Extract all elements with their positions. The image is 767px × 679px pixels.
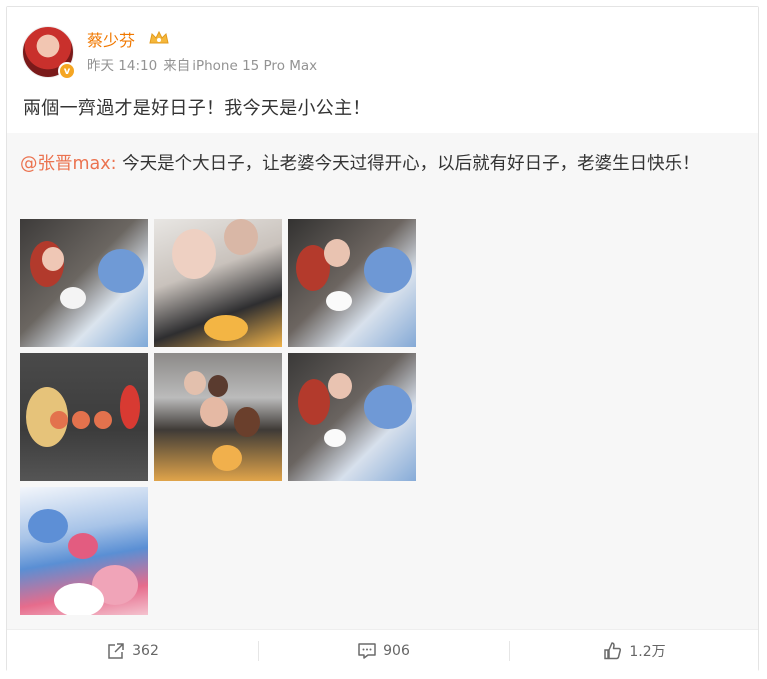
photo-couple-flowers[interactable] (20, 219, 148, 347)
forward-button[interactable]: 362 (7, 630, 258, 672)
crown-icon (149, 30, 169, 44)
like-count: 1.2万 (629, 644, 666, 660)
photo-selfie[interactable] (154, 219, 282, 347)
post-text: 兩個一齊過才是好日子！我今天是小公主！ (23, 98, 371, 119)
like-button[interactable]: 1.2万 (509, 630, 760, 672)
comment-icon (358, 643, 376, 659)
weibo-post-card: v 蔡少芬 昨天 14:10 来自 iPhone 15 Pro Max 兩個一齊過才… (6, 6, 759, 671)
source-prefix: 来自 (163, 58, 191, 74)
share-icon (108, 643, 124, 659)
comment-count: 906 (383, 643, 410, 659)
post-actions: 362 906 1.2万 (7, 629, 758, 671)
post-source: iPhone 15 Pro Max (192, 58, 318, 74)
mention-link[interactable]: @张晋max (20, 154, 111, 174)
author-name[interactable]: 蔡少芬 (87, 27, 135, 51)
forward-count: 362 (132, 643, 159, 659)
verified-icon: v (58, 62, 76, 80)
photo-cake-flowers[interactable] (20, 487, 148, 615)
post-time[interactable]: 昨天 14:10 (87, 58, 157, 74)
photo-family[interactable] (154, 353, 282, 481)
repost-block[interactable]: @张晋max: 今天是个大日子，让老婆今天过得开心，以后就有好日子，老婆生日快乐… (7, 133, 758, 629)
photo-couple-cake[interactable] (288, 219, 416, 347)
post-meta: 昨天 14:10 来自 iPhone 15 Pro Max (87, 54, 323, 74)
post-header: v 蔡少芬 昨天 14:10 来自 iPhone 15 Pro Max 兩個一齊過才… (7, 7, 758, 133)
repost-text: @张晋max: 今天是个大日子，让老婆今天过得开心，以后就有好日子，老婆生日快乐… (20, 151, 720, 178)
photo-couple-bouquet[interactable] (288, 353, 416, 481)
photo-flowers-macarons[interactable] (20, 353, 148, 481)
comment-button[interactable]: 906 (258, 630, 509, 672)
repost-body: 今天是个大日子，让老婆今天过得开心，以后就有好日子，老婆生日快乐！ (116, 154, 700, 174)
photo-grid (20, 219, 416, 615)
thumbs-up-icon (604, 642, 622, 660)
author-avatar[interactable]: v (22, 26, 76, 80)
